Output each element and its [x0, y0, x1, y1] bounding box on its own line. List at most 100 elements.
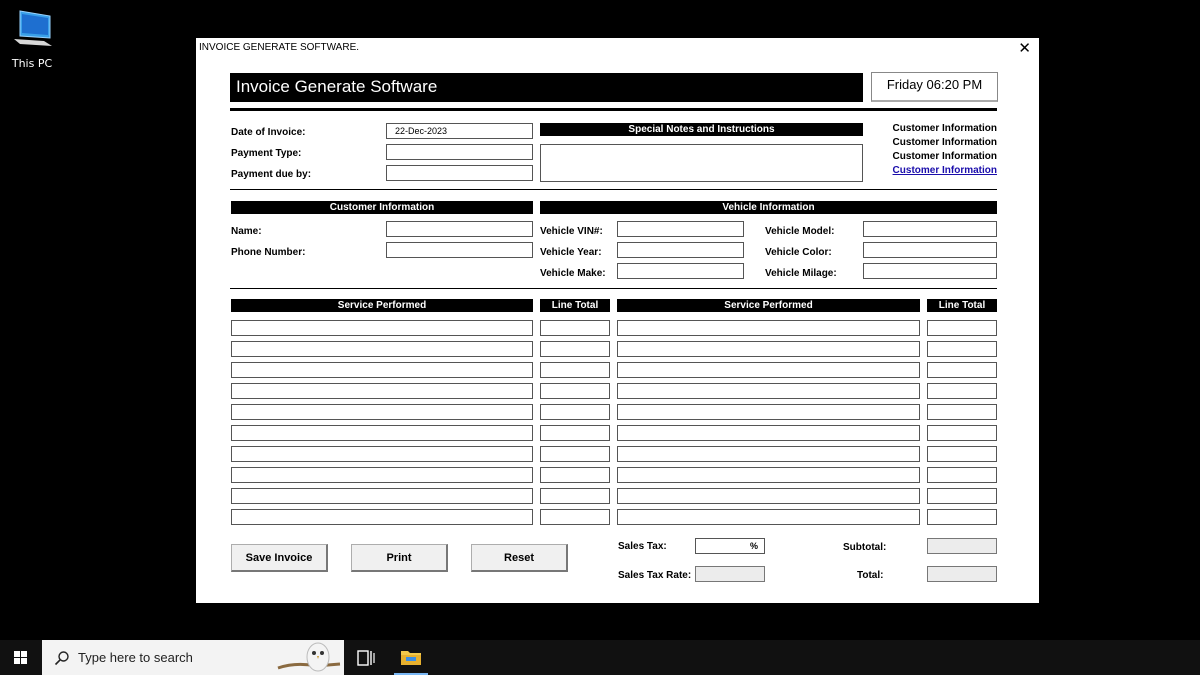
payment-due-label: Payment due by:	[231, 169, 312, 180]
line-total-left-field[interactable]	[540, 509, 610, 525]
service-right-field[interactable]	[617, 425, 920, 441]
line-total-left-field[interactable]	[540, 320, 610, 336]
make-label: Vehicle Make:	[540, 268, 606, 279]
close-icon[interactable]: ✕	[1018, 39, 1031, 57]
sales-tax-rate-field	[695, 566, 765, 582]
service-right-field[interactable]	[617, 341, 920, 357]
total-label: Total:	[857, 570, 884, 581]
phone-label: Phone Number:	[231, 247, 306, 258]
payment-due-field[interactable]	[386, 165, 533, 181]
search-icon	[54, 651, 69, 666]
line-total-header-right: Line Total	[927, 299, 997, 312]
window-title: INVOICE GENERATE SOFTWARE.	[199, 42, 360, 53]
service-left-field[interactable]	[231, 467, 533, 483]
reset-button[interactable]: Reset	[471, 544, 568, 572]
line-total-right-field[interactable]	[927, 362, 997, 378]
line-total-right-field[interactable]	[927, 425, 997, 441]
line-total-right-field[interactable]	[927, 446, 997, 462]
payment-type-field[interactable]	[386, 144, 533, 160]
service-left-field[interactable]	[231, 404, 533, 420]
name-label: Name:	[231, 226, 262, 237]
this-pc-label: This PC	[11, 57, 53, 70]
vin-field[interactable]	[617, 221, 744, 237]
line-total-right-field[interactable]	[927, 320, 997, 336]
service-left-field[interactable]	[231, 320, 533, 336]
sales-tax-field[interactable]: %	[695, 538, 765, 554]
year-field[interactable]	[617, 242, 744, 258]
year-label: Vehicle Year:	[540, 247, 602, 258]
customer-info-link-2[interactable]: Customer Information	[837, 137, 997, 148]
make-field[interactable]	[617, 263, 744, 279]
folder-icon	[401, 651, 421, 665]
line-total-left-field[interactable]	[540, 488, 610, 504]
service-left-field[interactable]	[231, 362, 533, 378]
customer-info-link-3[interactable]: Customer Information	[837, 151, 997, 162]
service-right-field[interactable]	[617, 404, 920, 420]
service-left-field[interactable]	[231, 446, 533, 462]
service-right-field[interactable]	[617, 509, 920, 525]
save-invoice-button[interactable]: Save Invoice	[231, 544, 328, 572]
task-view-icon[interactable]	[357, 649, 375, 667]
line-total-right-field[interactable]	[927, 509, 997, 525]
sales-tax-rate-label: Sales Tax Rate:	[618, 570, 692, 581]
notes-field[interactable]	[540, 144, 863, 182]
service-left-field[interactable]	[231, 488, 533, 504]
app-title: Invoice Generate Software	[230, 73, 863, 102]
owl-icon	[277, 642, 341, 672]
start-button[interactable]	[0, 640, 42, 675]
total-field	[927, 566, 997, 582]
line-total-header-left: Line Total	[540, 299, 610, 312]
service-left-field[interactable]	[231, 509, 533, 525]
vin-label: Vehicle VIN#:	[540, 226, 603, 237]
invoice-window: INVOICE GENERATE SOFTWARE. ✕ Invoice Gen…	[196, 38, 1039, 603]
service-left-field[interactable]	[231, 383, 533, 399]
model-label: Vehicle Model:	[765, 226, 835, 237]
sales-tax-label: Sales Tax:	[618, 541, 667, 552]
line-total-right-field[interactable]	[927, 341, 997, 357]
date-of-invoice-label: Date of Invoice:	[231, 127, 306, 138]
file-explorer-taskbar-item[interactable]	[394, 640, 428, 675]
line-total-left-field[interactable]	[540, 404, 610, 420]
service-right-field[interactable]	[617, 467, 920, 483]
service-right-field[interactable]	[617, 488, 920, 504]
line-total-left-field[interactable]	[540, 362, 610, 378]
line-total-right-field[interactable]	[927, 383, 997, 399]
taskbar-search-box[interactable]: Type here to search	[42, 640, 344, 675]
service-right-field[interactable]	[617, 320, 920, 336]
service-performed-header-right: Service Performed	[617, 299, 920, 312]
customer-info-link-1[interactable]: Customer Information	[837, 123, 997, 134]
line-total-right-field[interactable]	[927, 467, 997, 483]
phone-field[interactable]	[386, 242, 533, 258]
line-total-right-field[interactable]	[927, 404, 997, 420]
line-total-left-field[interactable]	[540, 383, 610, 399]
line-total-right-field[interactable]	[927, 488, 997, 504]
model-field[interactable]	[863, 221, 997, 237]
name-field[interactable]	[386, 221, 533, 237]
color-field[interactable]	[863, 242, 997, 258]
divider	[230, 189, 997, 190]
date-of-invoice-field[interactable]: 22-Dec-2023	[386, 123, 533, 139]
print-button[interactable]: Print	[351, 544, 448, 572]
clock-display: Friday 06:20 PM	[871, 72, 998, 102]
service-right-field[interactable]	[617, 383, 920, 399]
subtotal-field	[927, 538, 997, 554]
customer-info-header: Customer Information	[231, 201, 533, 214]
vehicle-info-header: Vehicle Information	[540, 201, 997, 214]
payment-type-label: Payment Type:	[231, 148, 302, 159]
service-left-field[interactable]	[231, 425, 533, 441]
this-pc-shortcut[interactable]: This PC	[8, 8, 56, 70]
divider	[230, 288, 997, 289]
line-total-left-field[interactable]	[540, 341, 610, 357]
service-right-field[interactable]	[617, 362, 920, 378]
line-total-left-field[interactable]	[540, 467, 610, 483]
windows-icon	[14, 651, 27, 664]
line-total-left-field[interactable]	[540, 446, 610, 462]
milage-field[interactable]	[863, 263, 997, 279]
computer-icon	[14, 10, 52, 46]
milage-label: Vehicle Milage:	[765, 268, 837, 279]
color-label: Vehicle Color:	[765, 247, 832, 258]
customer-info-link-4[interactable]: Customer Information	[837, 165, 997, 176]
service-left-field[interactable]	[231, 341, 533, 357]
line-total-left-field[interactable]	[540, 425, 610, 441]
service-right-field[interactable]	[617, 446, 920, 462]
